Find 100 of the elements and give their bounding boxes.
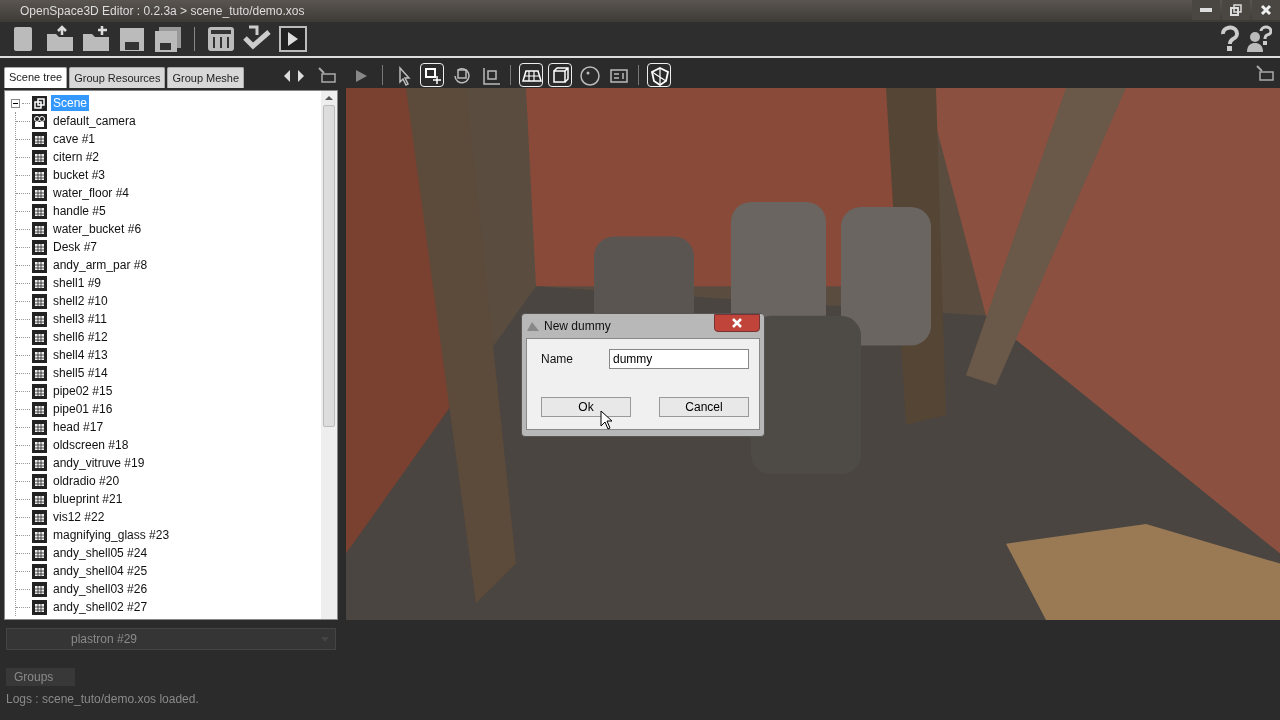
tree-item[interactable]: citern #2: [51, 149, 102, 165]
mesh-icon: [32, 329, 47, 345]
tree-item[interactable]: andy_arm_par #8: [51, 257, 150, 273]
dialog-button[interactable]: Ok: [541, 397, 631, 417]
scroll-thumb[interactable]: [323, 105, 335, 427]
tab[interactable]: Scene tree: [4, 67, 68, 88]
tree-item[interactable]: pipe01 #16: [51, 401, 115, 417]
tab[interactable]: Groups: [6, 668, 76, 686]
grid-icon[interactable]: [519, 63, 543, 87]
tab[interactable]: Group Resources: [69, 67, 166, 88]
dropdown-value: plastron #29: [71, 632, 138, 646]
tree-item[interactable]: bucket #3: [51, 167, 108, 183]
mesh-icon: [32, 545, 47, 561]
tree-item[interactable]: andy_shell04 #25: [51, 563, 150, 579]
mesh-icon: [32, 491, 47, 507]
tree-item[interactable]: water_bucket #6: [51, 221, 144, 237]
tree-item[interactable]: shell4 #13: [51, 347, 110, 363]
dialog-button[interactable]: Cancel: [659, 397, 749, 417]
mesh-icon: [32, 365, 47, 381]
mesh-icon: [32, 185, 47, 201]
close-button[interactable]: [1252, 0, 1280, 20]
tree-item[interactable]: vis12 #22: [51, 509, 107, 525]
mesh-icon: [32, 275, 47, 291]
mesh-icon: [32, 563, 47, 579]
camera-icon: [32, 113, 47, 129]
scroll-up-icon[interactable]: [324, 95, 334, 101]
tree-item[interactable]: andy_shell05 #24: [51, 545, 150, 561]
name-field[interactable]: dummy: [609, 349, 749, 369]
save-copy-icon[interactable]: [152, 24, 184, 54]
tree-item[interactable]: andy_shell02 #27: [51, 599, 150, 615]
dropdown[interactable]: plastron #29: [6, 628, 336, 650]
user-help-icon[interactable]: [1246, 25, 1272, 53]
tree-item[interactable]: oldradio #20: [51, 473, 122, 489]
box-icon[interactable]: [548, 63, 572, 87]
mesh-icon: [32, 581, 47, 597]
mesh-icon: [32, 149, 47, 165]
tree-item[interactable]: shell3 #11: [51, 311, 109, 327]
tab[interactable]: Group Meshe: [167, 67, 245, 88]
move-icon[interactable]: [420, 63, 444, 87]
mesh-icon: [32, 239, 47, 255]
tree-item[interactable]: water_floor #4: [51, 185, 132, 201]
tree-item[interactable]: head #17: [51, 419, 106, 435]
tree-item[interactable]: magnifying_glass #23: [51, 527, 172, 543]
tree-item[interactable]: pipe02 #15: [51, 383, 115, 399]
tree-item[interactable]: shell5 #14: [51, 365, 110, 381]
dialog-title: New dummy: [544, 319, 611, 333]
mouse-cursor-icon: [600, 410, 613, 430]
mesh-icon: [32, 527, 47, 543]
mesh-icon: [32, 419, 47, 435]
play-icon[interactable]: [277, 24, 309, 54]
help-icon[interactable]: [1218, 25, 1242, 53]
close-button[interactable]: [714, 314, 760, 332]
mesh-icon: [32, 509, 47, 525]
mesh-icon: [32, 455, 47, 471]
tree-item[interactable]: Desk #7: [51, 239, 100, 255]
mesh-icon: [32, 599, 47, 615]
mesh-icon: [32, 347, 47, 363]
tree-item[interactable]: handle #5: [51, 203, 108, 219]
mesh-icon: [32, 293, 47, 309]
window-title: OpenSpace3D Editor : 0.2.3a > scene_tuto/demo.xos: [20, 4, 306, 18]
app-icon: [526, 320, 540, 332]
tree-item[interactable]: andy_shell03 #26: [51, 581, 150, 597]
tree-item[interactable]: default_camera: [51, 113, 138, 129]
scroll-right-icon[interactable]: [296, 69, 306, 83]
tree-item[interactable]: andy_vitruve #19: [51, 455, 147, 471]
mesh-icon: [32, 401, 47, 417]
detach-icon[interactable]: [1256, 64, 1274, 81]
close-icon: [732, 318, 742, 328]
mesh-icon: [32, 437, 47, 453]
tree-item[interactable]: shell2 #10: [51, 293, 110, 309]
cube-icon: [32, 95, 47, 111]
mesh-icon: [32, 383, 47, 399]
tree-item[interactable]: shell6 #12: [51, 329, 110, 345]
open-folder-icon[interactable]: [44, 24, 76, 54]
close-icon: [1260, 4, 1272, 16]
mesh-icon: [32, 257, 47, 273]
collapse-icon[interactable]: [11, 98, 20, 108]
mesh-icon: [32, 221, 47, 237]
add-folder-icon[interactable]: [80, 24, 112, 54]
log-text: Logs : scene_tuto/demo.xos loaded.: [6, 692, 200, 706]
restore-button[interactable]: [1222, 0, 1250, 20]
shield-icon[interactable]: [647, 63, 671, 87]
restore-icon: [1230, 4, 1242, 16]
scrollbar[interactable]: [321, 91, 337, 619]
detach-icon[interactable]: [318, 67, 336, 83]
mesh-icon: [32, 203, 47, 219]
mixer-icon[interactable]: [205, 24, 237, 54]
sphere-icon[interactable]: [577, 63, 601, 87]
mesh-icon: [32, 131, 47, 147]
scroll-left-icon[interactable]: [282, 69, 292, 83]
tree-item[interactable]: oldscreen #18: [51, 437, 131, 453]
minimize-button[interactable]: [1192, 0, 1220, 20]
tree-item[interactable]: cave #1: [51, 131, 98, 147]
tree-item[interactable]: blueprint #21: [51, 491, 125, 507]
mesh-icon: [32, 167, 47, 183]
mesh-icon: [32, 473, 47, 489]
tree-item[interactable]: shell1 #9: [51, 275, 104, 291]
mesh-icon: [32, 311, 47, 327]
minimize-icon: [1199, 7, 1213, 13]
field-label: Name: [541, 352, 573, 366]
